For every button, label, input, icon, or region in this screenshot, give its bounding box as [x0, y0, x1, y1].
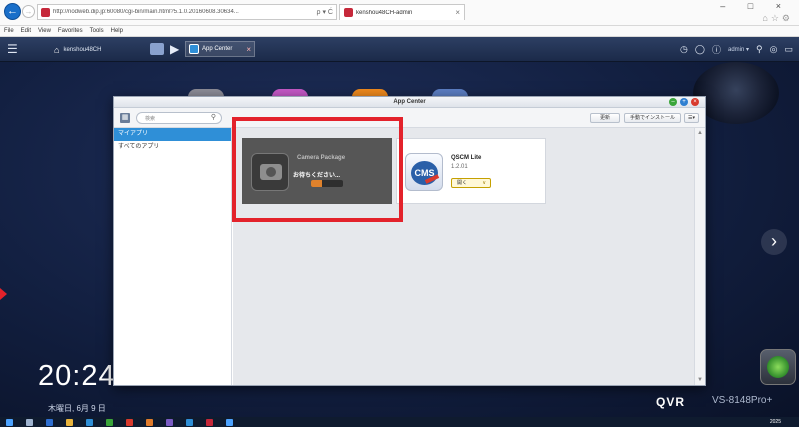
- external-device-icon[interactable]: ◯: [695, 44, 705, 55]
- window-buttons: – + ×: [669, 98, 699, 106]
- qscm-lite-icon: CMS: [405, 153, 443, 191]
- manual-install-button[interactable]: 手動でインストール: [624, 113, 681, 123]
- search-input[interactable]: [145, 114, 205, 123]
- maximize-icon[interactable]: +: [680, 98, 688, 106]
- qts-home[interactable]: ⌂ kenshou48CH: [54, 45, 101, 55]
- tab-close-icon[interactable]: ×: [455, 8, 464, 17]
- background-tasks-icon[interactable]: ◷: [680, 44, 688, 55]
- folder-taskbar-icon[interactable]: [66, 418, 73, 426]
- start-icon[interactable]: [6, 418, 13, 426]
- content-scrollbar[interactable]: ▲ ▼: [694, 128, 705, 385]
- search-icon[interactable]: ⚲: [756, 44, 763, 55]
- menu-edit[interactable]: Edit: [21, 26, 31, 36]
- back-button[interactable]: ←: [4, 3, 21, 20]
- search-taskbar-icon[interactable]: [26, 418, 33, 426]
- browser-tab[interactable]: kenshou48CH-admin ×: [339, 4, 465, 20]
- tab-favicon-icon: [344, 8, 353, 17]
- grid-view-icon[interactable]: ▦: [120, 113, 130, 123]
- gauge-dial: [767, 356, 789, 378]
- app-taskbar-icon[interactable]: [186, 418, 193, 426]
- app-taskbar-icon[interactable]: [86, 418, 93, 426]
- task-label: App Center: [202, 46, 233, 52]
- notification-icon[interactable]: ⓘ: [712, 43, 721, 56]
- highlight-annotation: [232, 117, 403, 222]
- dashboard-icon[interactable]: ▭: [784, 44, 793, 55]
- app-taskbar-icon[interactable]: [166, 418, 173, 426]
- close-icon[interactable]: ×: [691, 98, 699, 106]
- search-box[interactable]: ⚲: [136, 112, 222, 124]
- show-desktop-icon[interactable]: [150, 43, 164, 55]
- app-taskbar-icon[interactable]: [126, 418, 133, 426]
- sidebar-item-all-apps[interactable]: すべてのアプリ: [114, 141, 231, 154]
- taskbar-clock[interactable]: 2025: [770, 417, 781, 427]
- window-title: App Center: [393, 99, 426, 105]
- menu-file[interactable]: File: [4, 26, 14, 36]
- app-taskbar-icon[interactable]: [106, 418, 113, 426]
- minimize-icon[interactable]: –: [669, 98, 677, 106]
- task-close-icon[interactable]: ×: [246, 45, 254, 54]
- app-center-window: App Center – + × ▦ ⚲ 更新 手動でインストール ☰▾ マイア…: [113, 96, 706, 386]
- refresh-button[interactable]: 更新: [590, 113, 620, 123]
- qts-top-bar: ☰ ⌂ kenshou48CH ▶ App Center × ◷ ◯ ⓘ adm…: [0, 37, 799, 62]
- search-icon[interactable]: ⚲: [211, 113, 216, 121]
- app-toolbar: ▦ ⚲ 更新 手動でインストール ☰▾: [114, 108, 705, 128]
- favorites-icons[interactable]: ⌂☆⚙: [762, 13, 793, 24]
- open-button-label: 開く: [457, 180, 468, 186]
- tab-title: kenshou48CH-admin: [356, 9, 413, 16]
- host-name: kenshou48CH: [63, 47, 102, 53]
- model-label: VS-8148Pro+: [712, 395, 773, 406]
- sidebar-item-my-apps[interactable]: マイアプリ: [114, 128, 231, 141]
- menu-view[interactable]: View: [38, 26, 51, 36]
- user-menu[interactable]: admin ▾: [728, 46, 749, 53]
- forward-button[interactable]: →: [22, 5, 35, 18]
- desktop-clock-date: 木曜日, 6月 9 日: [48, 404, 106, 413]
- network-icon[interactable]: ◎: [770, 44, 778, 55]
- app-version: 1.2.01: [451, 164, 468, 170]
- home-icon: ⌂: [54, 45, 60, 55]
- site-favicon-icon: [41, 7, 50, 17]
- menu-help[interactable]: Help: [111, 26, 123, 36]
- app-taskbar-icon[interactable]: [146, 418, 153, 426]
- address-bar[interactable]: http://nodweb.dip.jp:60080/cgi-bin/main.…: [37, 4, 337, 20]
- view-options-button[interactable]: ☰▾: [684, 113, 699, 123]
- app-sidebar: マイアプリ すべてのアプリ: [114, 128, 232, 385]
- dropdown-caret-icon[interactable]: ∨: [482, 179, 486, 187]
- qvr-logo: QVR: [656, 395, 686, 409]
- qts-right-tools: ◷ ◯ ⓘ admin ▾ ⚲ ◎ ▭: [680, 43, 793, 56]
- menu-favorites[interactable]: Favorites: [58, 26, 83, 36]
- ie-taskbar-icon[interactable]: [46, 418, 53, 426]
- scroll-up-icon[interactable]: ▲: [697, 130, 703, 136]
- window-titlebar[interactable]: App Center – + ×: [114, 97, 705, 108]
- app-taskbar-icon[interactable]: [206, 418, 213, 426]
- app-taskbar-icon[interactable]: [226, 418, 233, 426]
- dashboard-gauge-icon[interactable]: [760, 349, 796, 385]
- desktop-clock-time: 20:24: [38, 360, 116, 392]
- play-icon[interactable]: ▶: [170, 42, 179, 56]
- open-app-button[interactable]: 開く ∨: [451, 178, 491, 188]
- address-actions[interactable]: ρ ▾ Ć: [317, 8, 336, 16]
- hamburger-icon[interactable]: ☰: [7, 43, 18, 55]
- menu-tools[interactable]: Tools: [90, 26, 104, 36]
- app-name: QSCM Lite: [451, 155, 482, 161]
- next-page-arrow-icon[interactable]: ›: [761, 229, 787, 255]
- scroll-down-icon[interactable]: ▼: [697, 377, 703, 383]
- browser-toolbar: ← → http://nodweb.dip.jp:60080/cgi-bin/m…: [0, 0, 799, 26]
- url-text[interactable]: http://nodweb.dip.jp:60080/cgi-bin/main.…: [53, 9, 314, 15]
- app-card-qscm-lite[interactable]: CMS QSCM Lite 1.2.01 開く ∨: [396, 138, 546, 204]
- window-controls[interactable]: – □ ×: [720, 1, 791, 11]
- red-pointer-arrow-icon: [0, 288, 7, 300]
- windows-taskbar: 2025: [0, 417, 799, 427]
- qscm-logo-icon: CMS: [411, 161, 438, 185]
- browser-menu-bar: File Edit View Favorites Tools Help: [0, 26, 799, 37]
- app-center-icon: [189, 44, 199, 54]
- taskbar-app-center[interactable]: App Center ×: [185, 41, 255, 57]
